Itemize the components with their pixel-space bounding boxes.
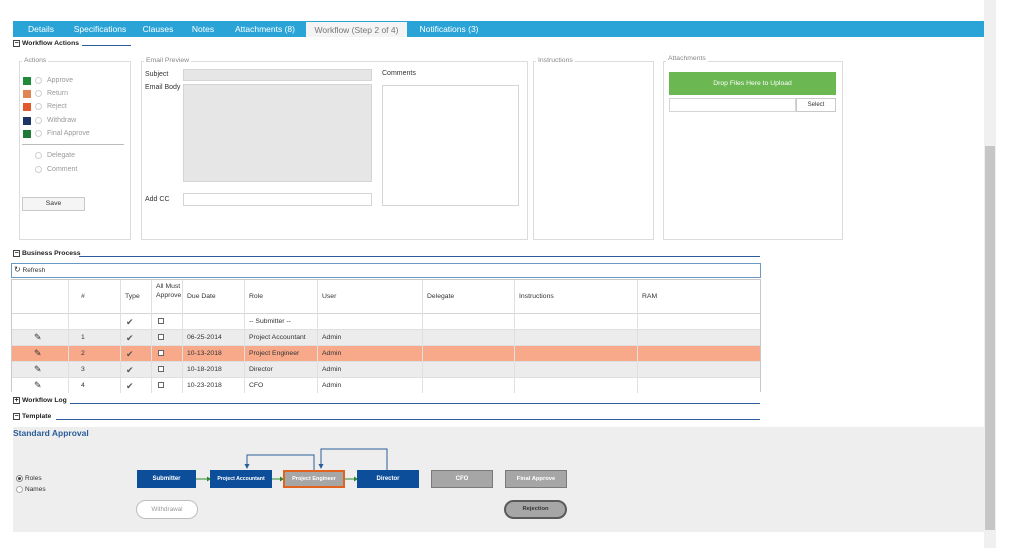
step-project-engineer-current[interactable]: Project Engineer <box>283 470 345 488</box>
rejection-button[interactable]: Rejection <box>504 500 567 519</box>
withdrawal-button[interactable]: Withdrawal <box>136 500 198 519</box>
step-submitter[interactable]: Submitter <box>137 470 196 488</box>
flow-connectors <box>196 448 388 482</box>
step-director[interactable]: Director <box>357 470 419 488</box>
step-final-approve[interactable]: Final Approve <box>505 470 567 488</box>
step-cfo[interactable]: CFO <box>431 470 493 488</box>
step-project-accountant[interactable]: Project Accountant <box>210 470 272 488</box>
